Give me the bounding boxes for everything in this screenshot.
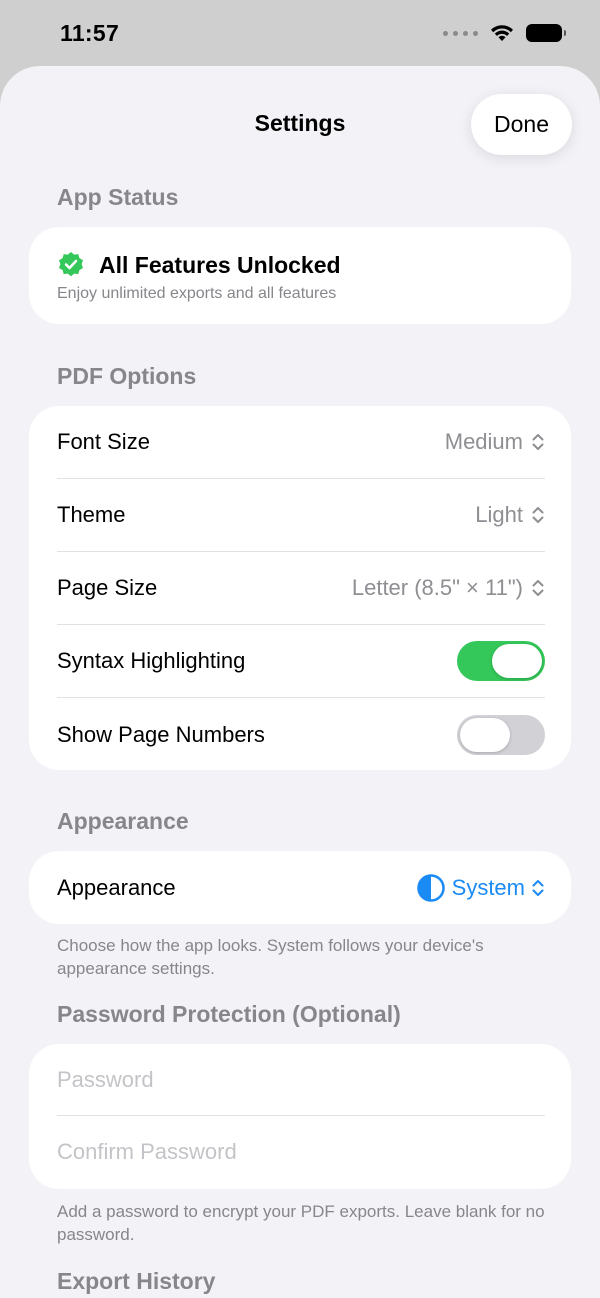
status-row: All Features Unlocked [57, 251, 341, 279]
appearance-value: System [451, 874, 525, 900]
pdf-options-card: Font Size Medium Theme Light Page Size L… [29, 406, 571, 770]
status-subtitle: Enjoy unlimited exports and all features [57, 285, 337, 302]
show-page-numbers-row: Show Page Numbers [57, 698, 545, 771]
chevron-up-down-icon [532, 507, 544, 523]
password-row [57, 1044, 545, 1116]
theme-label: Theme [57, 502, 126, 527]
confirm-password-field[interactable] [57, 1139, 545, 1165]
appearance-picker[interactable]: System [416, 873, 545, 903]
page-size-row[interactable]: Page Size Letter (8.5" × 11") [57, 552, 545, 625]
page-size-picker[interactable]: Letter (8.5" × 11") [352, 575, 545, 601]
status-bar: 11:57 [0, 0, 600, 66]
section-header-app-status: App Status [57, 184, 179, 210]
section-header-password: Password Protection (Optional) [57, 1001, 401, 1027]
battery-icon [526, 24, 566, 42]
status-icons [443, 24, 566, 42]
appearance-label: Appearance [57, 874, 176, 900]
toggle-knob [460, 717, 510, 752]
toggle-knob [492, 644, 542, 678]
wifi-icon [491, 25, 513, 41]
password-field[interactable] [57, 1066, 545, 1093]
font-size-row[interactable]: Font Size Medium [57, 406, 545, 479]
appearance-footer: Choose how the app looks. System follows… [57, 936, 484, 978]
font-size-picker[interactable]: Medium [445, 429, 545, 455]
page-size-value: Letter (8.5" × 11") [351, 575, 523, 600]
app-status-card: All Features Unlocked Enjoy unlimited ex… [29, 227, 571, 324]
font-size-value: Medium [444, 429, 523, 454]
status-time: 11:57 [60, 19, 120, 46]
settings-sheet: Settings Done App Status All Features Un… [0, 66, 600, 1298]
password-card [29, 1044, 571, 1189]
section-header-pdf-options: PDF Options [57, 363, 197, 389]
syntax-highlighting-row: Syntax Highlighting [57, 625, 545, 698]
theme-value: Light [475, 502, 523, 527]
syntax-highlighting-label: Syntax Highlighting [57, 648, 246, 673]
appearance-row[interactable]: Appearance System [57, 851, 545, 924]
font-size-label: Font Size [57, 429, 150, 454]
verified-badge-icon [59, 252, 83, 277]
show-page-numbers-toggle[interactable] [457, 714, 545, 755]
half-circle-contrast-icon [416, 873, 445, 902]
confirm-password-row [57, 1116, 545, 1188]
section-header-export-history: Export History [57, 1268, 216, 1294]
page-size-label: Page Size [57, 575, 158, 600]
done-button[interactable]: Done [471, 94, 572, 155]
theme-picker[interactable]: Light [475, 502, 545, 528]
chevron-up-down-icon [532, 434, 544, 450]
chevron-up-down-icon [532, 879, 544, 896]
theme-row[interactable]: Theme Light [57, 479, 545, 552]
show-page-numbers-label: Show Page Numbers [57, 721, 265, 747]
password-footer: Add a password to encrypt your PDF expor… [57, 1202, 545, 1244]
status-title: All Features Unlocked [99, 251, 341, 278]
appearance-card: Appearance System [29, 851, 571, 924]
section-header-appearance: Appearance [57, 808, 189, 834]
chevron-up-down-icon [532, 580, 544, 596]
syntax-highlighting-toggle[interactable] [457, 641, 545, 681]
cellular-icon [443, 30, 478, 36]
